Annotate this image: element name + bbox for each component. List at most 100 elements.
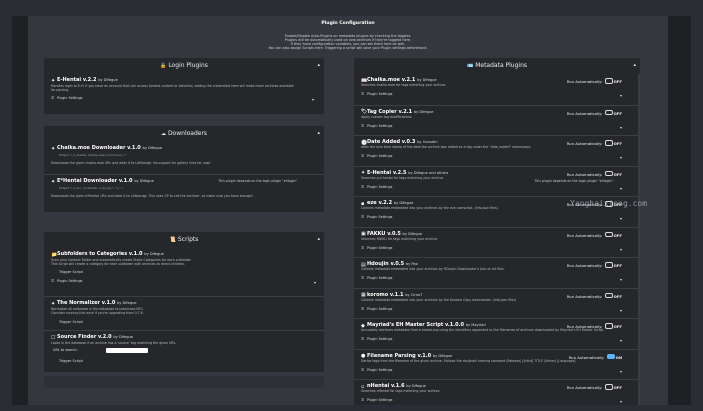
plugin-settings-toggle[interactable]: ☰ Plugin Settings: [361, 275, 392, 282]
run-automatically-toggle[interactable]: Run Automatically: OFF: [567, 384, 622, 390]
toggle-switch-icon[interactable]: [604, 323, 613, 329]
chevron-down-icon[interactable]: ▾: [620, 369, 622, 374]
plugin-description: Downloads the given e*hentai URL and add…: [51, 194, 253, 198]
metadata-plugin-list: 📖Chaika.moe v.2.1 by Difegue Run Automati…: [354, 74, 640, 405]
chevron-down-icon[interactable]: ▾: [620, 93, 622, 98]
downloaders-header: ☁ Downloaders: [160, 130, 208, 137]
toggle-switch-icon[interactable]: [604, 109, 613, 116]
toggle-switch-icon[interactable]: [604, 384, 613, 390]
plugin-chaika-downloader: ✦ Chaika.moe Downloader v.1.0 by Difegue …: [44, 142, 324, 174]
plugin-ehentai-login: ✦ E-Hentai v.2.2 by Difegue Handles login…: [44, 74, 324, 112]
plugin-name: ☐ Source Finder v.2.0 by Difegue: [51, 334, 133, 341]
plugin-source-finder: ☐ Source Finder v.2.0 by Difegue Looks in…: [44, 330, 324, 371]
plugin-settings-toggle[interactable]: ☰ Plugin Settings: [361, 123, 392, 130]
url-search-input[interactable]: [106, 348, 148, 353]
chevron-down-icon[interactable]: ▾: [620, 186, 622, 191]
metadata-plugin-row: 📖Chaika.moe v.2.1 by Difegue Run Automati…: [354, 74, 640, 105]
chevron-down-icon[interactable]: ▾: [620, 277, 622, 282]
plugin-description: Derive tags from the filename of the giv…: [361, 358, 577, 363]
toggle-switch-icon[interactable]: [606, 353, 615, 360]
collapse-scripts-button[interactable]: ▴: [317, 236, 320, 242]
chevron-down-icon[interactable]: ▾: [620, 308, 622, 313]
plugin-settings-toggle[interactable]: ☰ Plugin Settings: [361, 214, 392, 221]
plugin-description: Apply custom tag modifications.: [361, 114, 413, 119]
plugin-description: Adds the unix time stamp of the date the…: [361, 145, 532, 149]
plugin-settings-toggle[interactable]: ☰ Plugin Settings: [361, 336, 392, 343]
metadata-plugin-row: ▫ nHentai v.1.6 by Difegue Run Automatical…: [354, 379, 640, 411]
cloud-download-icon: ☁: [160, 131, 166, 137]
toggle-switch-icon[interactable]: [604, 140, 613, 146]
run-automatically-toggle[interactable]: Run Automatically: ON: [569, 353, 622, 360]
metadata-scrollbar[interactable]: [638, 74, 640, 405]
plugin-settings-toggle[interactable]: ☰ Plugin Settings: [361, 153, 392, 160]
run-automatically-toggle[interactable]: Run Automatically: OFF: [567, 140, 622, 146]
plugin-icon: ✦: [51, 300, 56, 307]
plugin-settings-toggle[interactable]: ☰ Plugin Settings: [51, 95, 82, 102]
plugin-description: Collects metadata embedded into your arc…: [361, 206, 498, 210]
chevron-down-icon[interactable]: ▾: [620, 125, 622, 130]
metadata-plugin-row: ▣FAKKU v.0.5 by Difegue Run Automatically…: [354, 226, 640, 259]
plugin-icon: ✦: [51, 77, 56, 84]
run-automatically-toggle[interactable]: Run Automatically: OFF: [567, 262, 622, 268]
id-card-icon: 🪪: [466, 63, 474, 69]
plugin-settings-toggle[interactable]: ☰ Plugin Settings: [361, 245, 392, 252]
trigger-script-button[interactable]: Trigger Script: [59, 270, 83, 274]
metadata-plugins-panel: 🪪 Metadata Plugins ▴ 📖Chaika.moe v.2.1 by…: [354, 58, 640, 405]
run-automatically-toggle[interactable]: Run Automatically: OFF: [567, 170, 622, 177]
plugin-settings-toggle[interactable]: ☰ Plugin Settings: [361, 397, 392, 404]
chevron-down-icon[interactable]: ▾: [620, 399, 622, 404]
settings-icon: ☰: [361, 92, 365, 96]
run-automatically-toggle[interactable]: Run Automatically: OFF: [567, 109, 622, 116]
chevron-down-icon[interactable]: ▾: [620, 155, 622, 160]
collapse-metadata-button[interactable]: ▴: [633, 62, 636, 68]
collapse-login-button[interactable]: ▴: [317, 62, 320, 68]
plugin-ehentai-downloader: ✦ E*Hentai Downloader v.1.0 by Difegue Th…: [44, 174, 324, 213]
plugin-description: Searches FAKKU for tags matching your ar…: [361, 236, 438, 241]
plugin-name: ✦ E*Hentai Downloader v.1.0 by Difegue: [51, 178, 154, 185]
plugin-description: Searches g.e-hentai for tags matching yo…: [361, 175, 445, 180]
downloaders-panel: ☁ Downloaders ▴ ✦ Chaika.moe Downloader v.…: [44, 126, 324, 212]
plugin-settings-toggle[interactable]: ☰ Plugin Settings: [361, 91, 392, 98]
settings-icon: ☰: [361, 337, 365, 341]
plugin-description: Downloads the given chaika.moe URL and a…: [51, 161, 211, 165]
plugin-config-container: Plugin Configuration Enable/Disable Auto…: [28, 16, 668, 405]
collapse-downloaders-button[interactable]: ▴: [317, 130, 320, 136]
toggle-switch-icon[interactable]: [604, 262, 613, 268]
chevron-down-icon[interactable]: ▾: [312, 97, 314, 102]
settings-icon: ☰: [51, 279, 55, 283]
chevron-down-icon[interactable]: ▾: [314, 280, 316, 285]
run-automatically-toggle[interactable]: Run Automatically: OFF: [567, 231, 622, 238]
plugin-description: Searches chaika.moe for tags matching yo…: [361, 83, 447, 87]
plugin-name: ✦ The Normalizer v.1.0 by Difegue: [51, 300, 137, 307]
login-dependency-note: This plugin depends on the login plugin …: [218, 179, 298, 183]
plugin-settings-toggle[interactable]: ☰ Plugin Settings: [361, 367, 392, 374]
scripts-header: 📜 Scripts: [169, 236, 199, 243]
plugin-settings-toggle[interactable]: ☰ Plugin Settings: [361, 306, 392, 313]
trigger-script-button[interactable]: Trigger Script: [59, 320, 83, 324]
chevron-down-icon[interactable]: ▾: [620, 216, 622, 221]
chevron-down-icon[interactable]: ▾: [620, 247, 622, 252]
plugin-settings-toggle[interactable]: ☰ Plugin Settings: [51, 278, 82, 285]
plugin-name: 📁Subfolders to Categories v.1.0 by Difeg…: [51, 251, 164, 258]
toggle-switch-icon[interactable]: [604, 170, 613, 177]
toggle-switch-icon[interactable]: [604, 292, 613, 299]
login-plugins-header: 🔓 Login Plugins: [160, 62, 208, 69]
plugin-settings-toggle[interactable]: ☰ Plugin Settings: [361, 184, 392, 191]
metadata-plugin-row: ● Filename Parsing v.1.0 by Difegue Run Au…: [354, 348, 640, 381]
plugin-description: Collects metadata embedded into your arc…: [361, 267, 505, 271]
login-plugins-panel: 🔓 Login Plugins ▴ ✦ E-Hentai v.2.2 by Dife…: [44, 58, 324, 114]
settings-icon: ☰: [361, 398, 365, 402]
metadata-plugin-row: 🕓Date Added v.0.3 by Uvaudin Run Automati…: [354, 135, 640, 167]
left-bottom-spacer: [44, 376, 324, 388]
toggle-switch-icon[interactable]: [604, 231, 613, 238]
settings-icon: ☰: [361, 184, 365, 189]
url-regex: https?:\/\/e(-|x)hentai.org\/g\/.*\/.*: [59, 186, 123, 190]
toggle-switch-icon[interactable]: [604, 78, 613, 84]
chevron-down-icon[interactable]: ▾: [620, 338, 622, 343]
metadata-plugin-row: ▦koromo v.1.1 by CirnoT Run Automatically…: [354, 287, 640, 320]
run-automatically-toggle[interactable]: Run Automatically: OFF: [567, 78, 622, 84]
trigger-script-button[interactable]: Trigger Script: [59, 359, 83, 363]
metadata-plugins-header: 🪪 Metadata Plugins: [466, 62, 528, 69]
run-automatically-toggle[interactable]: Run Automatically: OFF: [567, 292, 622, 299]
plugin-description: Scan your Content Folder and automatical…: [51, 258, 192, 266]
